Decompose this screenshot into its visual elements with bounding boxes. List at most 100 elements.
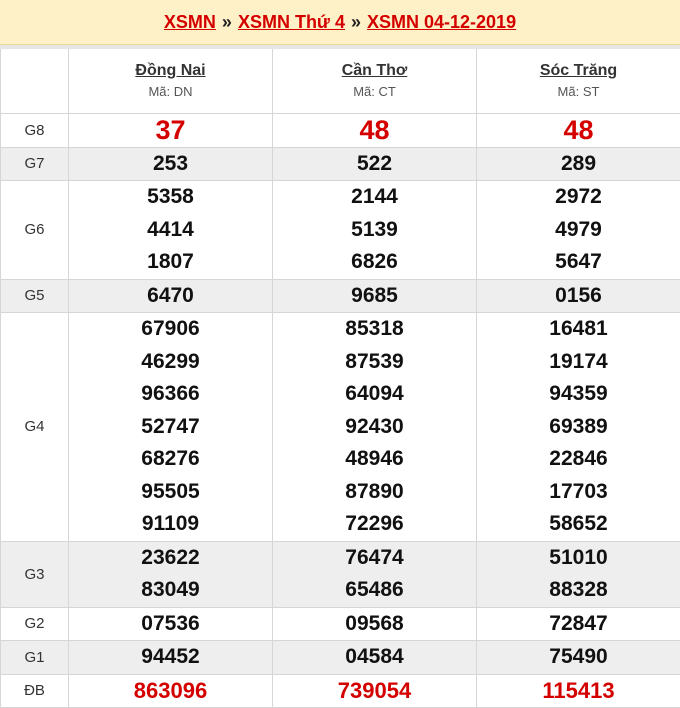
result-cell: 07536 [69, 607, 273, 641]
province-header-soc-trang: Sóc Trăng Mã: ST [477, 47, 680, 114]
result-number: 22846 [477, 443, 680, 476]
result-number: 1807 [69, 246, 272, 279]
result-cell: 48 [273, 114, 477, 148]
province-code: Mã: ST [477, 82, 680, 102]
result-cell: 739054 [273, 674, 477, 708]
result-number: 72847 [477, 608, 680, 641]
prize-label: G1 [1, 641, 69, 675]
result-number: 6470 [69, 280, 272, 313]
special-prize-number: 863096 [69, 675, 272, 708]
result-cell: 0156 [477, 279, 680, 313]
prize-row-g6: G6 5358 4414 1807 2144 5139 6826 2972 49… [1, 181, 680, 280]
province-header-can-tho: Cần Thơ Mã: CT [273, 47, 477, 114]
prize-label: G2 [1, 607, 69, 641]
result-number: 4414 [69, 214, 272, 247]
result-number: 5647 [477, 246, 680, 279]
result-cell: 2972 4979 5647 [477, 181, 680, 280]
result-cell: 5358 4414 1807 [69, 181, 273, 280]
result-number: 9685 [273, 280, 476, 313]
result-number: 0156 [477, 280, 680, 313]
result-cell: 289 [477, 147, 680, 181]
prize-label: G8 [1, 114, 69, 148]
prize-label: G7 [1, 147, 69, 181]
result-number: 52747 [69, 411, 272, 444]
result-cell: 72847 [477, 607, 680, 641]
result-cell: 09568 [273, 607, 477, 641]
prize-label: G4 [1, 313, 69, 542]
province-link-can-tho[interactable]: Cần Thơ [273, 60, 476, 82]
result-number: 83049 [69, 574, 272, 607]
breadcrumb-xsmn-date-link[interactable]: XSMN 04-12-2019 [367, 12, 516, 33]
result-number: 17703 [477, 476, 680, 509]
prize-row-g4: G4 67906 46299 96366 52747 68276 95505 9… [1, 313, 680, 542]
lottery-results-table: Đồng Nai Mã: DN Cần Thơ Mã: CT Sóc Trăng… [0, 45, 680, 708]
result-number: 91109 [69, 508, 272, 541]
result-cell: 16481 19174 94359 69389 22846 17703 5865… [477, 313, 680, 542]
result-number: 4979 [477, 214, 680, 247]
prize-label: G6 [1, 181, 69, 280]
result-cell: 23622 83049 [69, 541, 273, 607]
result-cell: 51010 88328 [477, 541, 680, 607]
result-number: 67906 [69, 313, 272, 346]
result-number: 6826 [273, 246, 476, 279]
result-cell: 94452 [69, 641, 273, 675]
breadcrumb-xsmn-link[interactable]: XSMN [164, 12, 216, 33]
result-number: 92430 [273, 411, 476, 444]
result-number: 65486 [273, 574, 476, 607]
result-number: 85318 [273, 313, 476, 346]
result-number: 253 [69, 148, 272, 181]
result-number: 94359 [477, 378, 680, 411]
result-number: 87539 [273, 346, 476, 379]
result-number: 48 [477, 114, 680, 147]
result-cell: 48 [477, 114, 680, 148]
result-number: 58652 [477, 508, 680, 541]
result-cell: 9685 [273, 279, 477, 313]
result-number: 522 [273, 148, 476, 181]
result-number: 72296 [273, 508, 476, 541]
result-number: 2144 [273, 181, 476, 214]
result-number: 23622 [69, 542, 272, 575]
breadcrumb-separator: » [351, 12, 361, 33]
result-number: 96366 [69, 378, 272, 411]
prize-row-g8: G8 37 48 48 [1, 114, 680, 148]
corner-cell [1, 47, 69, 114]
result-number: 51010 [477, 542, 680, 575]
result-cell: 863096 [69, 674, 273, 708]
result-number: 69389 [477, 411, 680, 444]
result-number: 2972 [477, 181, 680, 214]
result-number: 5139 [273, 214, 476, 247]
result-number: 09568 [273, 608, 476, 641]
result-number: 16481 [477, 313, 680, 346]
result-cell: 253 [69, 147, 273, 181]
prize-row-g5: G5 6470 9685 0156 [1, 279, 680, 313]
province-header-dong-nai: Đồng Nai Mã: DN [69, 47, 273, 114]
result-cell: 75490 [477, 641, 680, 675]
prize-row-g1: G1 94452 04584 75490 [1, 641, 680, 675]
prize-row-special: ĐB 863096 739054 115413 [1, 674, 680, 708]
result-number: 07536 [69, 608, 272, 641]
result-number: 46299 [69, 346, 272, 379]
province-link-dong-nai[interactable]: Đồng Nai [69, 60, 272, 82]
result-number: 64094 [273, 378, 476, 411]
breadcrumb-separator: » [222, 12, 232, 33]
province-link-soc-trang[interactable]: Sóc Trăng [477, 60, 680, 82]
result-cell: 115413 [477, 674, 680, 708]
result-number: 48 [273, 114, 476, 147]
province-code: Mã: CT [273, 82, 476, 102]
breadcrumb-xsmn-thu4-link[interactable]: XSMN Thứ 4 [238, 12, 345, 33]
result-number: 87890 [273, 476, 476, 509]
province-code: Mã: DN [69, 82, 272, 102]
province-header-row: Đồng Nai Mã: DN Cần Thơ Mã: CT Sóc Trăng… [1, 47, 680, 114]
result-cell: 04584 [273, 641, 477, 675]
prize-label: ĐB [1, 674, 69, 708]
result-number: 19174 [477, 346, 680, 379]
result-number: 37 [69, 114, 272, 147]
breadcrumb: XSMN » XSMN Thứ 4 » XSMN 04-12-2019 [0, 0, 680, 45]
result-cell: 37 [69, 114, 273, 148]
result-cell: 85318 87539 64094 92430 48946 87890 7229… [273, 313, 477, 542]
result-number: 94452 [69, 641, 272, 674]
result-cell: 67906 46299 96366 52747 68276 95505 9110… [69, 313, 273, 542]
result-number: 88328 [477, 574, 680, 607]
prize-row-g7: G7 253 522 289 [1, 147, 680, 181]
prize-row-g3: G3 23622 83049 76474 65486 51010 88328 [1, 541, 680, 607]
